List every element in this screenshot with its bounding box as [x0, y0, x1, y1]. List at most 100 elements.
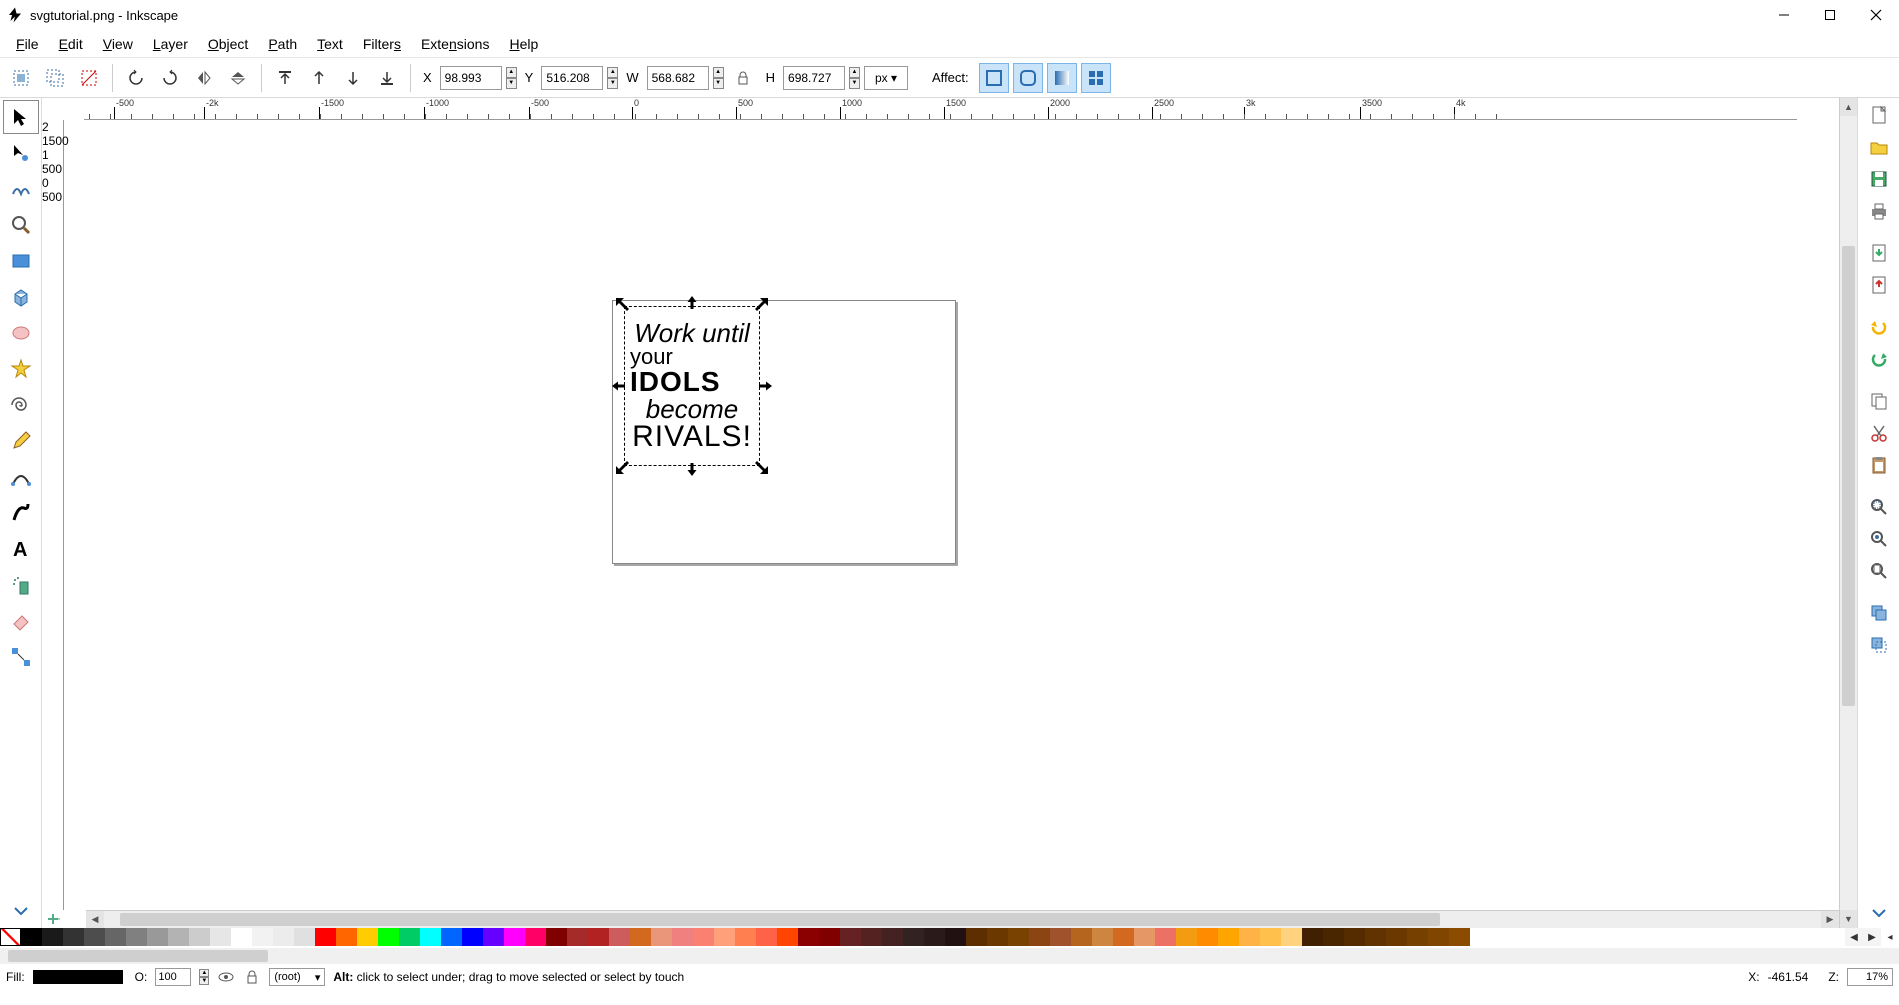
- color-swatch[interactable]: [1113, 928, 1134, 946]
- color-swatch[interactable]: [945, 928, 966, 946]
- toolbox-expand[interactable]: [3, 894, 39, 928]
- eraser-tool[interactable]: [3, 604, 39, 638]
- scroll-up-button[interactable]: ▲: [1840, 98, 1857, 116]
- import-button[interactable]: [1862, 238, 1896, 268]
- x-input[interactable]: [440, 66, 502, 90]
- minimize-button[interactable]: [1761, 0, 1807, 30]
- color-swatch[interactable]: [105, 928, 126, 946]
- palette-scrollbar[interactable]: [0, 948, 1899, 964]
- scrollbar-horizontal[interactable]: ◀ ▶: [86, 910, 1839, 928]
- menu-help[interactable]: Help: [499, 32, 548, 56]
- layer-lock-icon[interactable]: [243, 968, 261, 986]
- raise-to-top-button[interactable]: [270, 63, 300, 93]
- raise-button[interactable]: [304, 63, 334, 93]
- pencil-tool[interactable]: [3, 424, 39, 458]
- flip-horizontal-button[interactable]: [189, 63, 219, 93]
- layer-select[interactable]: (root)▾: [269, 968, 325, 986]
- color-swatch[interactable]: [882, 928, 903, 946]
- color-swatch[interactable]: [147, 928, 168, 946]
- deselect-button[interactable]: [74, 63, 104, 93]
- color-swatch[interactable]: [819, 928, 840, 946]
- color-swatch[interactable]: [357, 928, 378, 946]
- color-swatch[interactable]: [126, 928, 147, 946]
- rectangle-tool[interactable]: [3, 244, 39, 278]
- palette-prev-button[interactable]: ◀: [1845, 928, 1863, 946]
- flip-vertical-button[interactable]: [223, 63, 253, 93]
- menu-extensions[interactable]: Extensions: [411, 32, 500, 56]
- color-swatch[interactable]: [231, 928, 252, 946]
- color-swatch[interactable]: [252, 928, 273, 946]
- scrollbar-vertical[interactable]: ▲ ▼: [1839, 98, 1857, 928]
- quick-zoom-icon[interactable]: [42, 910, 64, 928]
- color-swatch[interactable]: [777, 928, 798, 946]
- fill-swatch[interactable]: [33, 970, 123, 984]
- color-swatch[interactable]: [1008, 928, 1029, 946]
- color-swatch[interactable]: [903, 928, 924, 946]
- node-tool[interactable]: [3, 136, 39, 170]
- color-swatch[interactable]: [588, 928, 609, 946]
- zoom-selection-button[interactable]: [1862, 492, 1896, 522]
- color-swatch[interactable]: [504, 928, 525, 946]
- cut-button[interactable]: [1862, 418, 1896, 448]
- affect-corners-button[interactable]: [1013, 63, 1043, 93]
- open-button[interactable]: [1862, 132, 1896, 162]
- selector-tool[interactable]: [3, 100, 39, 134]
- ellipse-tool[interactable]: [3, 316, 39, 350]
- color-swatch[interactable]: [1071, 928, 1092, 946]
- color-swatch[interactable]: [1155, 928, 1176, 946]
- menu-object[interactable]: Object: [198, 32, 258, 56]
- color-swatch[interactable]: [1239, 928, 1260, 946]
- select-all-button[interactable]: [6, 63, 36, 93]
- zoom-tool[interactable]: [3, 208, 39, 242]
- selected-artwork[interactable]: Work until your IDOLS become RIVALS!: [630, 312, 754, 460]
- h-spinner[interactable]: ▲▼: [849, 67, 860, 89]
- zoom-input[interactable]: [1847, 968, 1893, 986]
- color-swatch[interactable]: [84, 928, 105, 946]
- color-swatch[interactable]: [21, 928, 42, 946]
- clone-button[interactable]: [1862, 630, 1896, 660]
- undo-button[interactable]: [1862, 312, 1896, 342]
- opacity-spinner[interactable]: ▲▼: [199, 969, 209, 985]
- color-swatch[interactable]: [525, 928, 546, 946]
- color-swatch[interactable]: [63, 928, 84, 946]
- text-tool[interactable]: A: [3, 532, 39, 566]
- menu-edit[interactable]: Edit: [49, 32, 93, 56]
- color-swatch[interactable]: [1029, 928, 1050, 946]
- zoom-page-button[interactable]: [1862, 556, 1896, 586]
- color-swatch[interactable]: [1176, 928, 1197, 946]
- color-swatch[interactable]: [672, 928, 693, 946]
- color-swatch[interactable]: [294, 928, 315, 946]
- color-swatch[interactable]: [336, 928, 357, 946]
- units-select[interactable]: px ▾: [864, 66, 908, 90]
- color-swatch[interactable]: [651, 928, 672, 946]
- ruler-horizontal[interactable]: -500-2k-1500-1000-5000500100015002000250…: [84, 98, 1797, 120]
- scroll-h-track[interactable]: [104, 911, 1821, 928]
- layer-visible-icon[interactable]: [217, 968, 235, 986]
- color-swatch[interactable]: [1134, 928, 1155, 946]
- color-swatch[interactable]: [693, 928, 714, 946]
- color-swatch[interactable]: [1197, 928, 1218, 946]
- x-spinner[interactable]: ▲▼: [506, 67, 517, 89]
- color-swatch[interactable]: [441, 928, 462, 946]
- color-swatch[interactable]: [1302, 928, 1323, 946]
- color-swatch[interactable]: [1428, 928, 1449, 946]
- zoom-drawing-button[interactable]: [1862, 524, 1896, 554]
- color-swatch[interactable]: [966, 928, 987, 946]
- spiral-tool[interactable]: [3, 388, 39, 422]
- bezier-tool[interactable]: [3, 460, 39, 494]
- rotate-ccw-button[interactable]: [121, 63, 151, 93]
- lower-to-bottom-button[interactable]: [372, 63, 402, 93]
- affect-stroke-button[interactable]: [979, 63, 1009, 93]
- color-swatch[interactable]: [630, 928, 651, 946]
- lock-aspect-button[interactable]: [728, 63, 758, 93]
- w-spinner[interactable]: ▲▼: [713, 67, 724, 89]
- color-swatch[interactable]: [798, 928, 819, 946]
- menu-path[interactable]: Path: [258, 32, 307, 56]
- paste-button[interactable]: [1862, 450, 1896, 480]
- scroll-h-thumb[interactable]: [120, 913, 1440, 926]
- commands-expand[interactable]: [1862, 898, 1896, 928]
- copy-button[interactable]: [1862, 386, 1896, 416]
- h-input[interactable]: [783, 66, 845, 90]
- lower-button[interactable]: [338, 63, 368, 93]
- canvas[interactable]: 2150015000500 Work until your IDOLS beco…: [42, 120, 1839, 910]
